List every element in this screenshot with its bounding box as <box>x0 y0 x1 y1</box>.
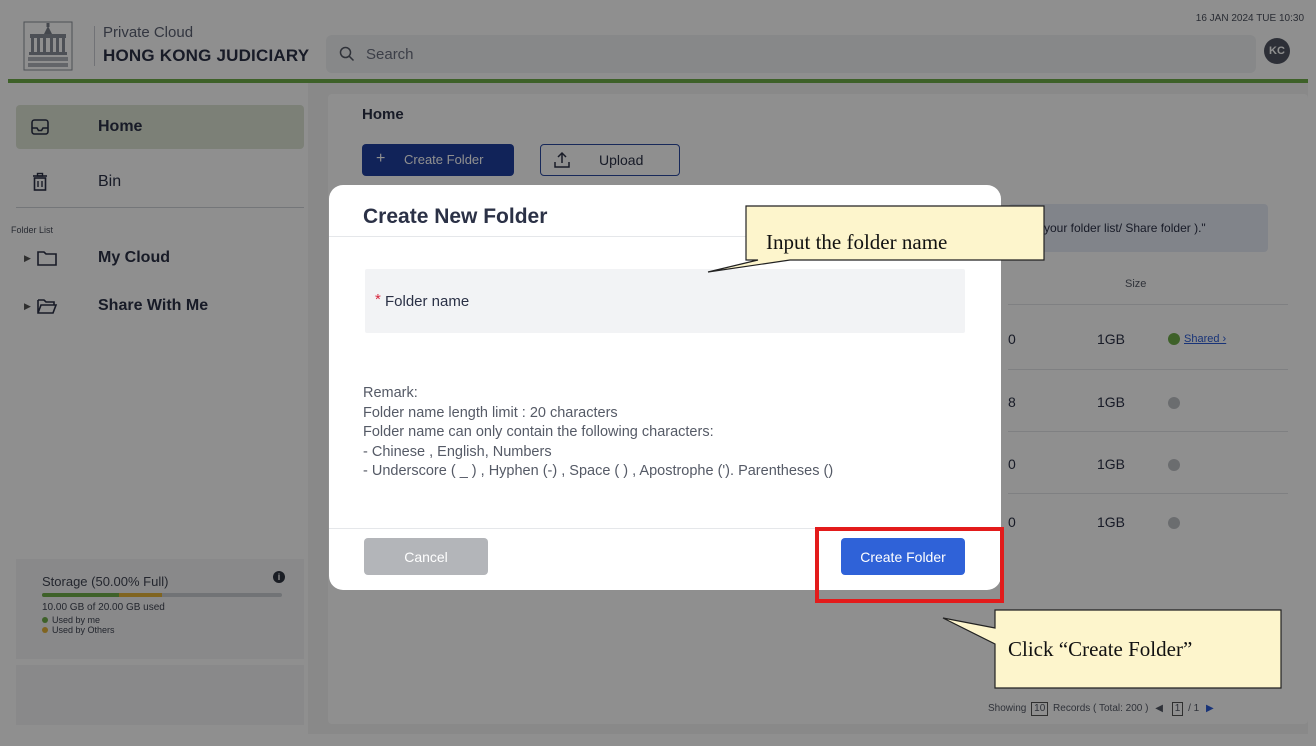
required-mark: * <box>375 291 381 308</box>
remarks: Remark: Folder name length limit : 20 ch… <box>363 384 833 482</box>
click-hint-text: Click “Create Folder” <box>1008 637 1193 661</box>
folder-name-field[interactable]: * <box>365 269 965 333</box>
remark-line: Folder name can only contain the followi… <box>363 424 714 440</box>
input-hint-text: Input the folder name <box>766 230 948 254</box>
remark-line: - Underscore ( _ ) , Hyphen (-) , Space … <box>363 463 834 479</box>
cancel-button[interactable]: Cancel <box>364 538 488 575</box>
remark-line: Remark: <box>363 385 418 401</box>
remark-line: - Chinese , English, Numbers <box>363 443 552 460</box>
remark-line: Folder name length limit : 20 characters <box>363 404 618 421</box>
folder-name-input[interactable] <box>385 269 945 333</box>
dialog-title: Create New Folder <box>363 205 548 228</box>
highlight-box <box>815 527 1004 603</box>
